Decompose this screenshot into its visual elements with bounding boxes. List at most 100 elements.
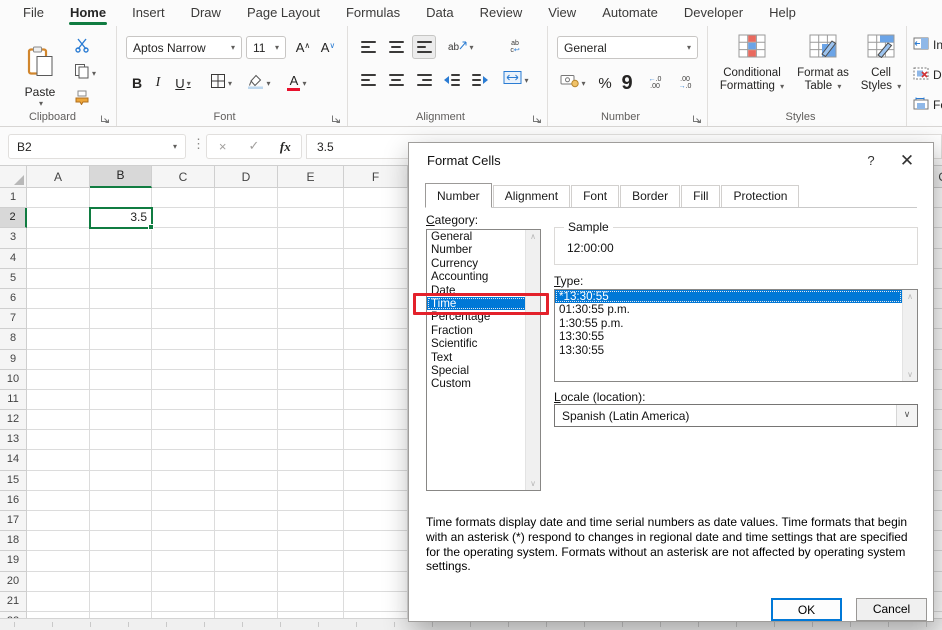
align-center-button[interactable]: [384, 68, 408, 92]
category-scrollbar[interactable]: ∧ ∨: [525, 230, 540, 490]
fill-handle[interactable]: [148, 224, 154, 230]
cell-E14[interactable]: [278, 450, 344, 470]
type-item[interactable]: 13:30:55: [555, 344, 902, 357]
row-header-19[interactable]: 19: [0, 551, 27, 571]
wrap-text-button[interactable]: abc↩: [500, 35, 530, 59]
cell-D15[interactable]: [215, 471, 278, 491]
percent-style-button[interactable]: %: [594, 70, 616, 96]
ribbon-tab-review[interactable]: Review: [467, 0, 536, 26]
ribbon-tab-draw[interactable]: Draw: [178, 0, 234, 26]
row-header-2[interactable]: 2: [0, 208, 27, 228]
cancel-button[interactable]: Cancel: [856, 598, 927, 621]
cell-B13[interactable]: [90, 430, 152, 450]
cell-F3[interactable]: [344, 228, 408, 248]
category-item-custom[interactable]: Custom: [427, 377, 527, 390]
ribbon-tab-file[interactable]: File: [10, 0, 57, 26]
row-header-6[interactable]: 6: [0, 289, 27, 309]
cell-A2[interactable]: [27, 208, 90, 228]
align-bottom-button[interactable]: [412, 35, 436, 59]
cell-B15[interactable]: [90, 471, 152, 491]
cell-D17[interactable]: [215, 511, 278, 531]
cell-D7[interactable]: [215, 309, 278, 329]
cell-C19[interactable]: [152, 551, 215, 571]
cell-B20[interactable]: [90, 572, 152, 592]
cell-C15[interactable]: [152, 471, 215, 491]
comma-style-button[interactable]: 9: [618, 70, 636, 96]
cell-D2[interactable]: [215, 208, 278, 228]
cell-D8[interactable]: [215, 329, 278, 349]
cell-B17[interactable]: [90, 511, 152, 531]
cell-E11[interactable]: [278, 390, 344, 410]
format-cells-button[interactable]: Format: [913, 94, 942, 116]
column-header-d[interactable]: D: [215, 166, 278, 188]
font-dialog-launcher-icon[interactable]: [331, 111, 342, 122]
cell-A14[interactable]: [27, 450, 90, 470]
cell-B12[interactable]: [90, 410, 152, 430]
cell-D4[interactable]: [215, 249, 278, 269]
cell-C12[interactable]: [152, 410, 215, 430]
row-header-10[interactable]: 10: [0, 370, 27, 390]
cell-B18[interactable]: [90, 531, 152, 551]
cell-D11[interactable]: [215, 390, 278, 410]
cell-E16[interactable]: [278, 491, 344, 511]
cell-A15[interactable]: [27, 471, 90, 491]
increase-decimal-button[interactable]: ←.0.00: [642, 70, 668, 96]
merge-center-button[interactable]: ▾: [496, 68, 536, 92]
increase-indent-button[interactable]: [468, 68, 492, 92]
cell-C10[interactable]: [152, 370, 215, 390]
dialog-tab-font[interactable]: Font: [571, 185, 619, 207]
cell-F15[interactable]: [344, 471, 408, 491]
cell-C2[interactable]: [152, 208, 215, 228]
cell-E8[interactable]: [278, 329, 344, 349]
row-header-12[interactable]: 12: [0, 410, 27, 430]
decrease-indent-button[interactable]: [440, 68, 464, 92]
decrease-decimal-button[interactable]: .00→.0: [672, 70, 698, 96]
cell-E2[interactable]: [278, 208, 344, 228]
conditional-formatting-button[interactable]: ConditionalFormatting ▾: [714, 30, 790, 124]
cell-B3[interactable]: [90, 228, 152, 248]
dialog-tab-fill[interactable]: Fill: [681, 185, 720, 207]
insert-function-button[interactable]: fx: [270, 135, 301, 158]
row-header-20[interactable]: 20: [0, 572, 27, 592]
cell-C20[interactable]: [152, 572, 215, 592]
locale-dropdown[interactable]: Spanish (Latin America) ∨: [554, 404, 918, 427]
cell-B6[interactable]: [90, 289, 152, 309]
alignment-dialog-launcher-icon[interactable]: [532, 111, 543, 122]
scroll-up-icon[interactable]: ∧: [526, 232, 540, 241]
cut-button[interactable]: [70, 34, 112, 60]
cell-A19[interactable]: [27, 551, 90, 571]
cell-C3[interactable]: [152, 228, 215, 248]
cell-A13[interactable]: [27, 430, 90, 450]
cell-B11[interactable]: [90, 390, 152, 410]
cell-F21[interactable]: [344, 592, 408, 612]
cell-D19[interactable]: [215, 551, 278, 571]
number-dialog-launcher-icon[interactable]: [692, 111, 703, 122]
cell-F5[interactable]: [344, 269, 408, 289]
cell-E18[interactable]: [278, 531, 344, 551]
cell-E1[interactable]: [278, 188, 344, 208]
cell-E13[interactable]: [278, 430, 344, 450]
cell-B1[interactable]: [90, 188, 152, 208]
cell-E12[interactable]: [278, 410, 344, 430]
orientation-button[interactable]: ab ▾: [444, 35, 478, 59]
copy-button[interactable]: ▾: [70, 60, 112, 86]
cell-C18[interactable]: [152, 531, 215, 551]
cell-F1[interactable]: [344, 188, 408, 208]
cell-D13[interactable]: [215, 430, 278, 450]
cell-A9[interactable]: [27, 350, 90, 370]
cell-B5[interactable]: [90, 269, 152, 289]
italic-button[interactable]: I: [149, 70, 167, 96]
scroll-up-icon[interactable]: ∧: [903, 292, 917, 301]
cell-D18[interactable]: [215, 531, 278, 551]
column-header-c[interactable]: C: [152, 166, 215, 188]
cell-styles-button[interactable]: CellStyles ▾: [856, 30, 906, 124]
cell-B7[interactable]: [90, 309, 152, 329]
category-item-special[interactable]: Special: [427, 364, 527, 377]
cell-D10[interactable]: [215, 370, 278, 390]
align-left-button[interactable]: [356, 68, 380, 92]
cell-C4[interactable]: [152, 249, 215, 269]
cell-A4[interactable]: [27, 249, 90, 269]
ok-button[interactable]: OK: [771, 598, 842, 621]
dialog-tab-protection[interactable]: Protection: [721, 185, 799, 207]
cell-E6[interactable]: [278, 289, 344, 309]
